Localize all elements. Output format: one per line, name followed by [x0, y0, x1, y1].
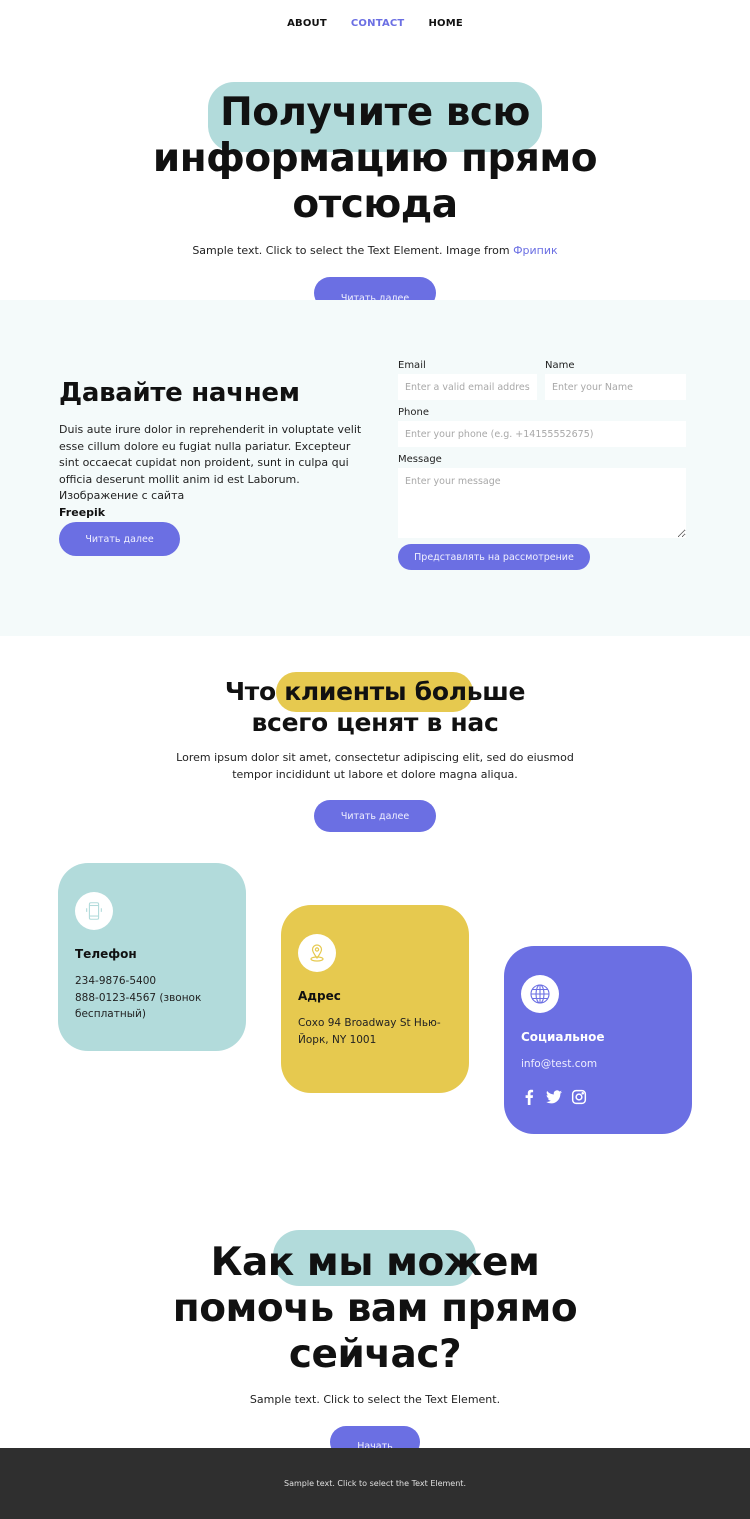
card-title: Социальное: [521, 1030, 605, 1044]
hero-subtitle-text: Sample text. Click to select the Text El…: [192, 244, 514, 257]
description-text: Duis aute irure dolor in reprehenderit i…: [59, 423, 362, 502]
help-title-line-2: помочь вам прямо: [172, 1286, 578, 1331]
phone-label: Phone: [398, 407, 429, 418]
help-title-line-1: Как мы можем: [210, 1240, 540, 1285]
footer-text: Sample text. Click to select the Text El…: [284, 1479, 466, 1488]
phone-icon: [75, 892, 113, 930]
social-card: Социальное info@test.com: [504, 946, 692, 1134]
help-title-line-3: сейчас?: [288, 1332, 462, 1377]
help-title: Как мы можем помочь вам прямо сейчас?: [0, 1240, 750, 1378]
card-body: Сохо 94 Broadway St Нью-Йорк, NY 1001: [298, 1015, 458, 1048]
email-field[interactable]: [398, 374, 537, 400]
section-description: Duis aute irure dolor in reprehenderit i…: [59, 422, 364, 521]
clients-section: Что клиенты больше всего ценят в нас Lor…: [0, 636, 750, 1196]
message-label: Message: [398, 454, 442, 465]
nav-item-contact[interactable]: CONTACT: [351, 14, 405, 33]
clients-title-part: Что: [224, 677, 285, 706]
help-section: Как мы можем помочь вам прямо сейчас? Sa…: [0, 1196, 750, 1458]
hero-title-line-2: информацию прямо: [152, 136, 598, 181]
read-more-button[interactable]: Читать далее: [59, 522, 180, 556]
section-heading: Давайте начнем: [59, 378, 300, 408]
message-field[interactable]: [398, 468, 686, 538]
map-pin-icon: [298, 934, 336, 972]
hero-title: Получите всю информацию прямо отсюда: [0, 90, 750, 228]
social-links: [521, 1089, 587, 1105]
phone-card: Телефон 234-9876-5400 888-0123-4567 (зво…: [58, 863, 246, 1051]
hero-subtitle: Sample text. Click to select the Text El…: [0, 244, 750, 257]
contact-form-section: Давайте начнем Duis aute irure dolor in …: [0, 300, 750, 636]
email-label: Email: [398, 360, 426, 371]
card-title: Адрес: [298, 989, 341, 1003]
card-body: 234-9876-5400 888-0123-4567 (звонок бесп…: [75, 973, 235, 1023]
card-body: info@test.com: [521, 1056, 681, 1073]
phone-number: 234-9876-5400: [75, 975, 157, 987]
card-title: Телефон: [75, 947, 137, 961]
hero-title-line-1: Получите всю: [220, 90, 530, 135]
footer: Sample text. Click to select the Text El…: [0, 1448, 750, 1519]
nav-item-about[interactable]: ABOUT: [287, 14, 327, 33]
clients-read-more-button[interactable]: Читать далее: [314, 800, 436, 832]
clients-subtitle: Lorem ipsum dolor sit amet, consectetur …: [0, 750, 750, 783]
phone-field[interactable]: [398, 421, 686, 447]
help-subtitle: Sample text. Click to select the Text El…: [249, 1393, 501, 1406]
freepik-credit: Freepik: [59, 505, 106, 519]
clients-title: Что клиенты больше всего ценят в нас: [0, 676, 750, 738]
phone-number-tollfree: 888-0123-4567 (звонок бесплатный): [75, 991, 202, 1021]
hero-section: Получите всю информацию прямо отсюда Sam…: [0, 46, 750, 309]
freepik-link[interactable]: Фрипик: [513, 244, 558, 257]
clients-title-line-2: всего ценят в нас: [251, 708, 499, 737]
facebook-icon[interactable]: [521, 1089, 537, 1105]
instagram-icon[interactable]: [571, 1089, 587, 1105]
hero-title-line-3: отсюда: [292, 182, 458, 227]
clients-subtitle-line-1: Lorem ipsum dolor sit amet, consectetur …: [176, 751, 574, 764]
top-nav: ABOUT CONTACT HOME: [0, 0, 750, 46]
nav-item-home[interactable]: HOME: [428, 14, 462, 33]
name-label: Name: [545, 360, 575, 371]
clients-subtitle-line-2: tempor incididunt ut labore et dolore ma…: [232, 767, 518, 781]
address-card: Адрес Сохо 94 Broadway St Нью-Йорк, NY 1…: [281, 905, 469, 1093]
clients-title-part: ше: [482, 677, 526, 706]
address-text: Сохо 94 Broadway St Нью-Йорк, NY 1001: [298, 1017, 441, 1046]
name-field[interactable]: [545, 374, 686, 400]
globe-icon: [521, 975, 559, 1013]
submit-button[interactable]: Представлять на рассмотрение: [398, 544, 590, 570]
email-text: info@test.com: [521, 1058, 598, 1070]
clients-title-highlight: клиенты боль: [284, 677, 483, 706]
twitter-icon[interactable]: [546, 1089, 562, 1105]
